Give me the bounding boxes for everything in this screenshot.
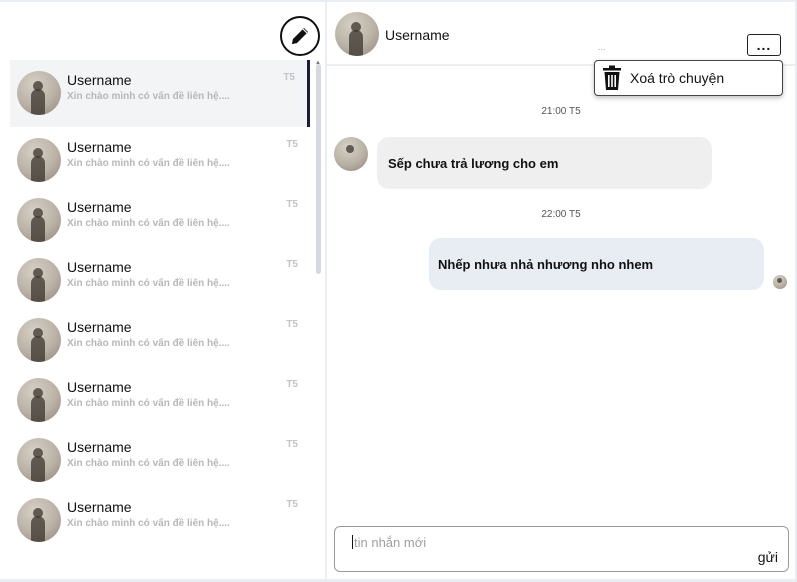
delete-conversation-label: Xoá trò chuyện [630, 70, 725, 86]
avatar [17, 318, 61, 362]
avatar [773, 275, 787, 289]
conversation-item[interactable]: Username Xin chào mình có vấn đề liên hệ… [10, 427, 310, 487]
conversation-preview: Xin chào mình có vấn đề liên hệ.... [67, 338, 230, 349]
conversation-item[interactable]: Username Xin chào mình có vấn đề liên hệ… [10, 487, 310, 547]
avatar [17, 71, 61, 115]
chat-panel: Username ... ... Xoá trò chuyện 21:00 T5… [327, 2, 795, 579]
conversation-item[interactable]: Username Xin chào mình có vấn đề liên hệ… [10, 127, 310, 187]
message-input[interactable]: tin nhắn mới gửi [334, 526, 789, 572]
avatar [17, 258, 61, 302]
message-input-placeholder: tin nhắn mới [354, 535, 427, 550]
conversation-time: T5 [286, 259, 298, 270]
outgoing-message-bubble: Nhếp nhưa nhả nhương nho nhem [429, 238, 764, 290]
avatar [17, 498, 61, 542]
message-timestamp: 22:00 T5 [541, 209, 581, 220]
conversation-name: Username [67, 199, 132, 215]
message-text: Sếp chưa trả lương cho em [388, 155, 559, 171]
more-options-button[interactable]: ... [747, 34, 781, 56]
conversation-preview: Xin chào mình có vấn đề liên hệ.... [67, 398, 230, 409]
messenger-app: Username Xin chào mình có vấn đề liên hệ… [0, 0, 797, 582]
compose-button[interactable] [280, 16, 320, 56]
conversation-time: T5 [286, 139, 298, 150]
conversation-time: T5 [286, 319, 298, 330]
delete-conversation-menu-item[interactable]: Xoá trò chuyện [594, 60, 783, 96]
conversation-preview: Xin chào mình có vấn đề liên hệ.... [67, 278, 230, 289]
chat-contact-name: Username [385, 27, 450, 43]
conversation-item[interactable]: Username Xin chào mình có vấn đề liên hệ… [10, 187, 310, 247]
send-button[interactable]: gửi [758, 549, 778, 565]
incoming-message-bubble: Sếp chưa trả lương cho em [377, 137, 712, 189]
more-options-label: ... [756, 37, 772, 53]
conversation-time: T5 [286, 199, 298, 210]
conversation-time: T5 [286, 439, 298, 450]
conversation-sidebar: Username Xin chào mình có vấn đề liên hệ… [0, 2, 325, 579]
chat-header: Username ... ... [327, 2, 795, 66]
message-timestamp: 21:00 T5 [541, 106, 581, 117]
conversation-preview: Xin chào mình có vấn đề liên hệ.... [67, 458, 230, 469]
avatar [334, 137, 368, 171]
conversation-preview: Xin chào mình có vấn đề liên hệ.... [67, 218, 230, 229]
conversation-name: Username [67, 319, 132, 335]
conversation-name: Username [67, 439, 132, 455]
conversation-time: T5 [286, 499, 298, 510]
trash-icon [603, 65, 621, 90]
conversation-name: Username [67, 379, 132, 395]
conversation-name: Username [67, 499, 132, 515]
conversation-name: Username [67, 139, 132, 155]
message-text: Nhếp nhưa nhả nhương nho nhem [438, 256, 654, 272]
avatar [335, 12, 379, 56]
conversation-item[interactable]: Username Xin chào mình có vấn đề liên hệ… [10, 367, 310, 427]
avatar [17, 198, 61, 242]
conversation-preview: Xin chào mình có vấn đề liên hệ.... [67, 518, 230, 529]
conversation-time: T5 [286, 379, 298, 390]
avatar [17, 378, 61, 422]
avatar [17, 138, 61, 182]
conversation-name: Username [67, 72, 132, 88]
sidebar-scrollbar[interactable] [316, 64, 321, 274]
conversation-preview: Xin chào mình có vấn đề liên hệ.... [67, 158, 230, 169]
conversation-time: T5 [283, 72, 295, 83]
text-caret [352, 535, 353, 549]
conversation-list: Username Xin chào mình có vấn đề liên hệ… [10, 60, 310, 570]
avatar [17, 438, 61, 482]
conversation-item[interactable]: Username Xin chào mình có vấn đề liên hệ… [10, 307, 310, 367]
conversation-preview: Xin chào mình có vấn đề liên hệ.... [67, 91, 230, 102]
conversation-item[interactable]: Username Xin chào mình có vấn đề liên hệ… [10, 60, 310, 127]
pencil-icon [292, 28, 308, 44]
faint-ellipsis: ... [598, 42, 606, 52]
conversation-item[interactable]: Username Xin chào mình có vấn đề liên hệ… [10, 247, 310, 307]
conversation-name: Username [67, 259, 132, 275]
